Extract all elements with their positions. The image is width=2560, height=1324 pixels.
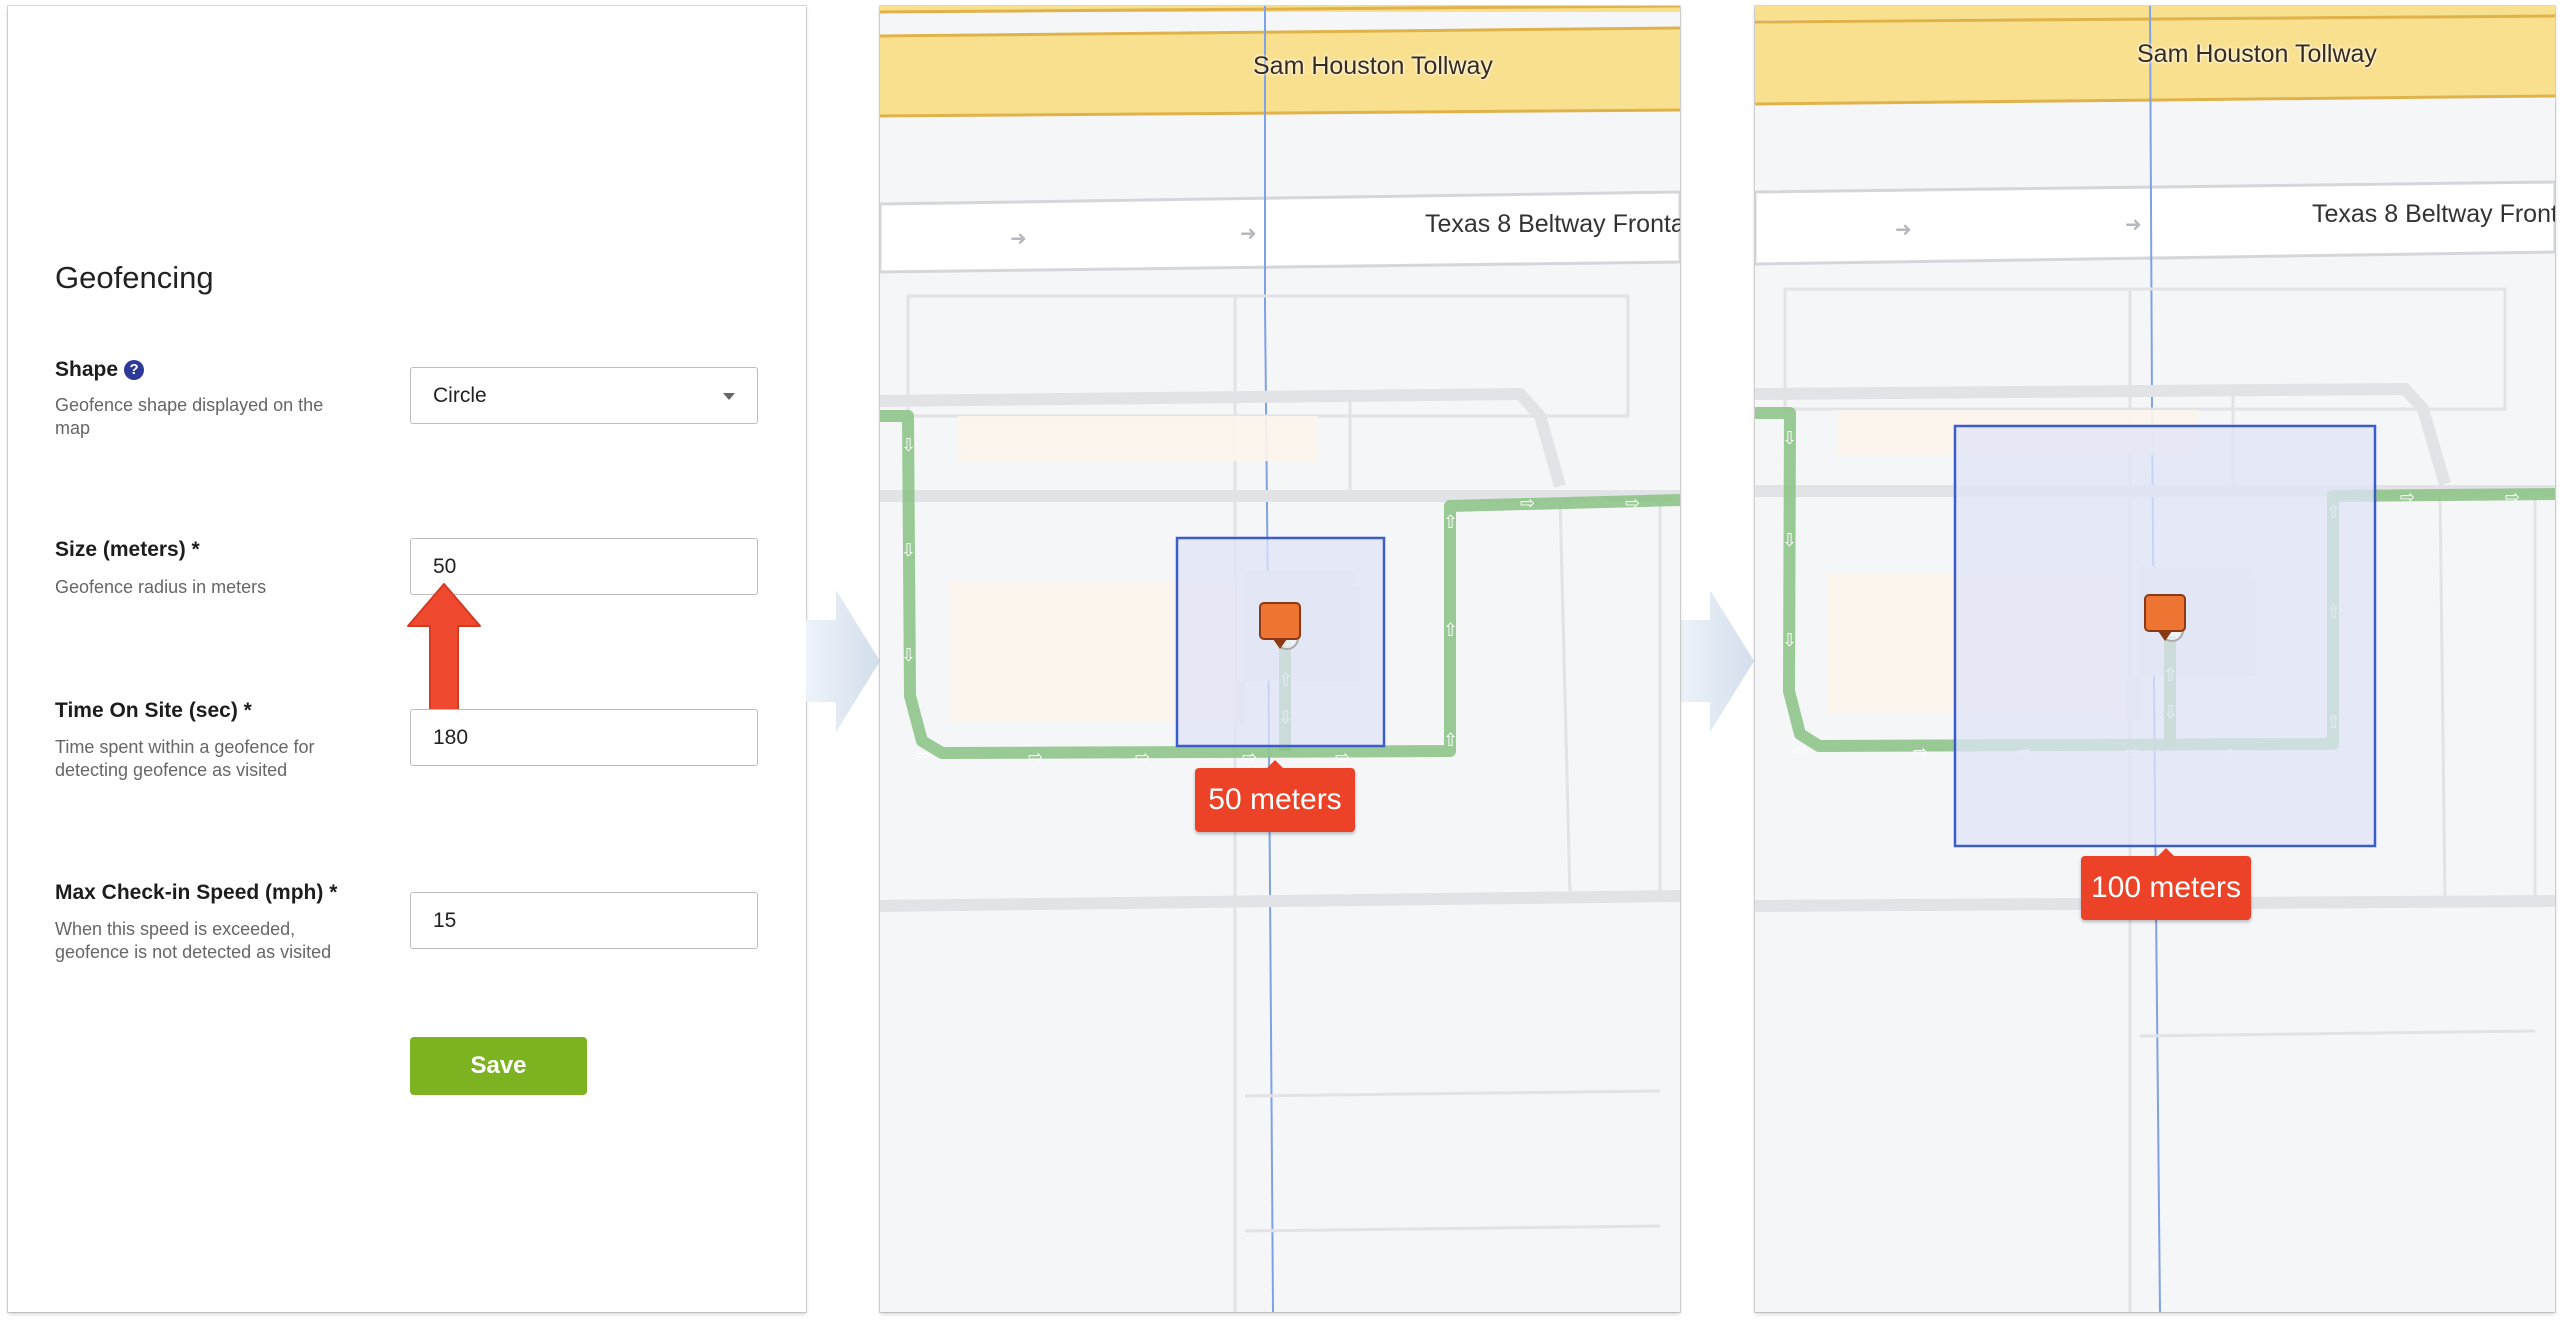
map-pin-icon[interactable] (1259, 602, 1301, 649)
geofence-size-badge: 100 meters (2081, 848, 2251, 920)
map-view-100m[interactable]: ➜ ➜ ⇩⇩⇩ ⇨⇨⇨⇨⇨ ⇧⇧⇧ ⇨⇨ ⇧⇩ Sam Houst (1755, 6, 2555, 1312)
map-canvas: ➜ ➜ ⇩ ⇩ ⇩ ⇨ ⇨ ⇨ ⇨ ⇨ ⇧ ⇧ ⇧ ⇨ ⇨ (880, 6, 1680, 1312)
max-speed-value: 15 (433, 908, 457, 932)
svg-text:⇧: ⇧ (1443, 512, 1458, 532)
shape-label: Shape? (55, 358, 145, 382)
svg-text:⇩: ⇩ (1782, 530, 1797, 550)
map-view-50m[interactable]: ➜ ➜ ⇩ ⇩ ⇩ ⇨ ⇨ ⇨ ⇨ ⇨ ⇧ ⇧ ⇧ ⇨ ⇨ Sam Housto… (880, 6, 1680, 1312)
svg-text:⇩: ⇩ (901, 540, 916, 560)
svg-text:⇨: ⇨ (1135, 747, 1150, 767)
svg-text:⇨: ⇨ (1028, 747, 1043, 767)
max-speed-label: Max Check-in Speed (mph) * (55, 881, 338, 904)
geofencing-settings-panel: Geofencing Shape? Geofence shape display… (8, 6, 806, 1312)
svg-text:⇩: ⇩ (901, 435, 916, 455)
svg-text:⇨: ⇨ (2505, 487, 2520, 507)
svg-text:➜: ➜ (1240, 223, 1257, 245)
tollway-label: Sam Houston Tollway (1253, 52, 1493, 80)
max-speed-input[interactable]: 15 (410, 892, 758, 949)
frontage-road-label: Texas 8 Beltway Fronta (1425, 210, 1680, 238)
save-button[interactable]: Save (410, 1037, 587, 1095)
help-icon[interactable]: ? (124, 360, 145, 380)
size-label: Size (meters) * (55, 538, 200, 561)
transition-arrow-icon (1680, 590, 1754, 732)
time-on-site-label: Time On Site (sec) * (55, 699, 252, 722)
section-title: Geofencing (55, 260, 214, 295)
svg-text:⇨: ⇨ (1242, 747, 1257, 767)
max-speed-description: When this speed is exceeded, geofence is… (55, 919, 332, 962)
svg-text:⇨: ⇨ (1793, 740, 1808, 760)
time-on-site-value: 180 (433, 725, 469, 749)
annotation-arrow-up-icon (407, 583, 481, 713)
size-description: Geofence radius in meters (55, 577, 267, 597)
svg-text:⇧: ⇧ (1443, 730, 1458, 750)
tollway-label: Sam Houston Tollway (2137, 40, 2377, 68)
time-on-site-description: Time spent within a geofence for detecti… (55, 737, 315, 780)
svg-text:⇨: ⇨ (1520, 493, 1535, 513)
svg-text:⇩: ⇩ (1782, 630, 1797, 650)
svg-text:⇨: ⇨ (915, 745, 930, 765)
shape-select-value: Circle (433, 383, 487, 407)
shape-select[interactable]: Circle (410, 367, 758, 424)
chevron-down-icon (723, 393, 735, 400)
svg-text:⇨: ⇨ (1335, 747, 1350, 767)
time-on-site-input[interactable]: 180 (410, 709, 758, 766)
svg-text:➜: ➜ (2125, 214, 2142, 236)
shape-label-text: Shape (55, 358, 119, 381)
geofence-size-badge: 50 meters (1195, 760, 1355, 832)
transition-arrow-icon (806, 590, 880, 732)
size-input-value: 50 (433, 554, 457, 578)
svg-text:⇨: ⇨ (1913, 742, 1928, 762)
svg-text:⇨: ⇨ (2400, 487, 2415, 507)
map-pin-icon[interactable] (2144, 594, 2186, 641)
svg-text:⇩: ⇩ (901, 645, 916, 665)
svg-text:⇧: ⇧ (1443, 620, 1458, 640)
svg-text:⇩: ⇩ (1782, 428, 1797, 448)
svg-text:➜: ➜ (1895, 219, 1912, 241)
svg-text:⇨: ⇨ (1625, 493, 1640, 513)
svg-text:➜: ➜ (1010, 228, 1027, 250)
shape-description: Geofence shape displayed on the map (55, 395, 324, 438)
frontage-road-label: Texas 8 Beltway Front (2312, 200, 2555, 228)
